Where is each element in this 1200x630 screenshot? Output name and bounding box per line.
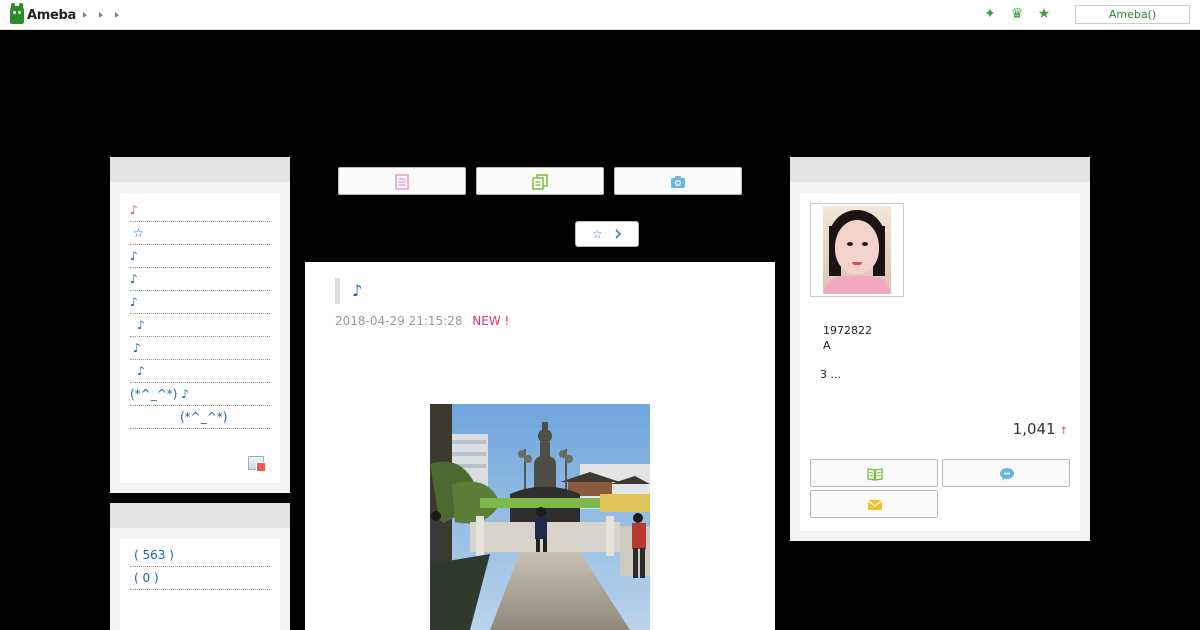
theme-list-item[interactable]: ♪ [130,314,270,337]
profile-summary: 3 ... [820,368,841,381]
memo-button[interactable] [338,167,466,195]
theme-list-item[interactable]: ♪ [130,291,270,314]
profile-content: 1972822 A 3 ... 1,041 ↑ [800,193,1080,531]
sparkle-icon[interactable]: ✦ [983,6,997,22]
article-card: ♪ 2018-04-29 21:15:28 NEW ! [305,262,775,630]
chevron-right-icon [615,229,622,239]
archive-list-item[interactable]: ( 563 ) [130,544,270,567]
article-meta: 2018-04-29 21:15:28 NEW ! [335,314,509,328]
profile-id: 1972822 [823,324,872,337]
ameba-search-box[interactable]: Ameba() [1075,5,1190,24]
sidebar-archive-content: ( 563 ) ( 0 ) [120,539,280,630]
top-icon-group: ✦ ♛ ★ [983,6,1051,22]
memo-icon [395,174,409,190]
ameba-logo-text: Ameba [27,7,77,23]
sidebar-theme-box: ♪ ☆ ♪ ♪ ♪ ♪ ♪ ♪ (*^_^*) ♪ (*^_^*) [110,157,290,493]
camera-icon [671,176,685,188]
new-badge: NEW ! [472,314,510,328]
breadcrumb-arrow-icon[interactable] [83,12,87,18]
reader-count-value: 1,041 [1012,420,1056,438]
avatar-face [835,220,879,274]
profile-blood-type: A [823,339,831,352]
ameba-logo-icon [10,3,24,24]
up-arrow-icon: ↑ [1059,426,1068,437]
sidebar-archive-box: ( 563 ) ( 0 ) [110,503,290,630]
avatar-mouth [852,262,862,265]
avatar-eye [862,242,868,246]
copy-icon [532,174,548,190]
breadcrumb [83,10,119,18]
rss-feed-icon[interactable] [248,456,266,472]
theme-list-item[interactable]: ♪ [130,337,270,360]
profile-details: 1972822 A [823,323,872,353]
theme-list-item[interactable]: (*^_^*) ♪ [130,383,270,406]
breadcrumb-arrow-icon[interactable] [115,12,119,18]
profile-box: 1972822 A 3 ... 1,041 ↑ [790,157,1090,541]
star-icon: ☆ [591,227,603,241]
theme-list: ♪ ☆ ♪ ♪ ♪ ♪ ♪ ♪ (*^_^*) ♪ (*^_^*) [130,199,270,429]
star-icon[interactable]: ★ [1037,6,1051,22]
read-blog-button[interactable] [810,459,938,487]
theme-list-item[interactable]: (*^_^*) [130,406,270,429]
theme-list-item[interactable]: ♪ [130,245,270,268]
profile-header [790,157,1090,182]
profile-avatar[interactable] [810,203,904,297]
article-photo[interactable] [430,404,650,630]
star-next-button[interactable]: ☆ [575,221,639,247]
breadcrumb-arrow-icon[interactable] [99,12,103,18]
copy-button[interactable] [476,167,604,195]
mail-icon [868,500,882,510]
crown-icon[interactable]: ♛ [1010,6,1024,22]
archive-list: ( 563 ) ( 0 ) [130,544,270,590]
sidebar-theme-content: ♪ ☆ ♪ ♪ ♪ ♪ ♪ ♪ (*^_^*) ♪ (*^_^*) [120,193,280,483]
theme-list-item[interactable]: ♪ [130,199,270,222]
theme-list-item[interactable]: ☆ [130,222,270,245]
sidebar-theme-header [110,157,290,182]
article-title[interactable]: ♪ [335,278,362,304]
photo-button[interactable] [614,167,742,195]
top-navigation-bar: Ameba ✦ ♛ ★ Ameba() [0,0,1200,30]
book-icon [867,468,883,481]
article-date: 2018-04-29 21:15:28 [335,314,463,328]
mail-button[interactable] [810,490,938,518]
archive-list-item[interactable]: ( 0 ) [130,567,270,590]
theme-list-item[interactable]: ♪ [130,360,270,383]
avatar-image [823,206,891,294]
ameba-logo[interactable]: Ameba [10,3,77,25]
theme-list-item[interactable]: ♪ [130,268,270,291]
reader-count[interactable]: 1,041 ↑ [1013,420,1068,438]
avatar-shirt [823,276,891,294]
message-button[interactable] [942,459,1070,487]
avatar-eye [847,242,853,246]
sidebar-archive-header [110,503,290,528]
chat-icon [1000,468,1014,481]
temple-photo-image [430,404,650,630]
